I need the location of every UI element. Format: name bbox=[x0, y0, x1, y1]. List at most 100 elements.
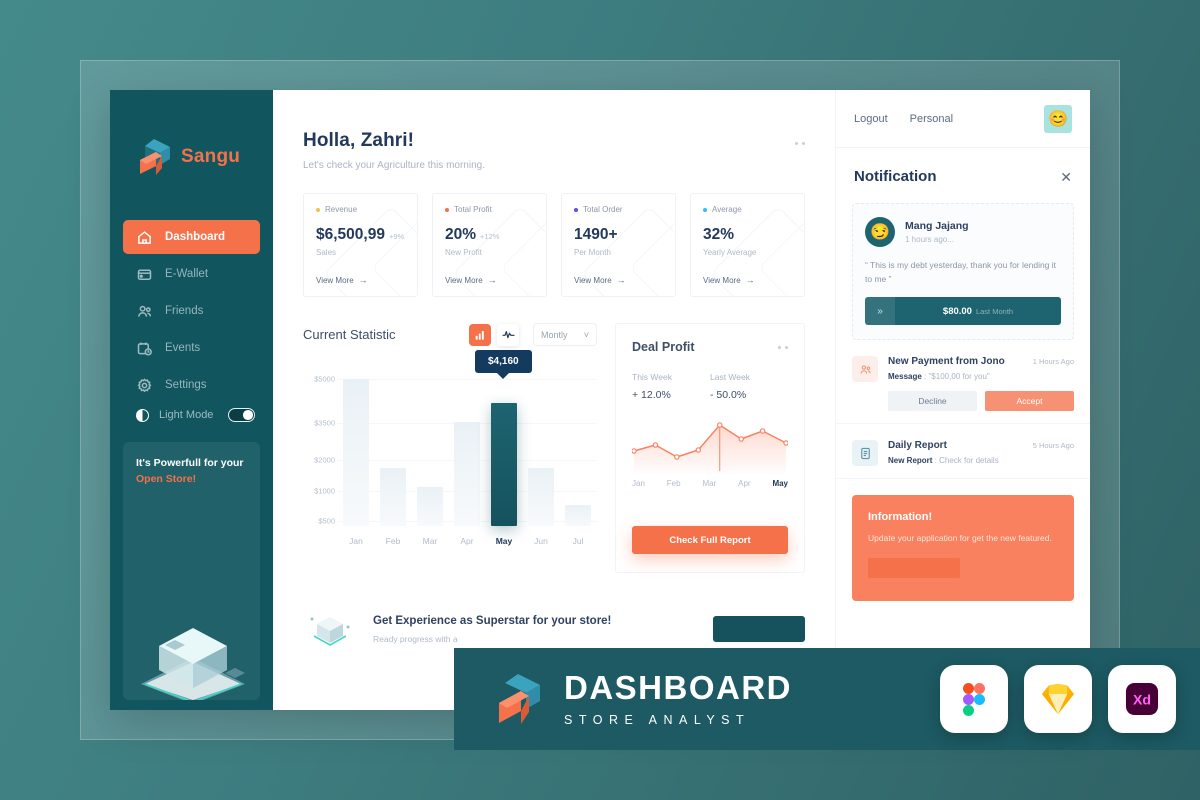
notification-item-title: Daily Report bbox=[888, 440, 947, 452]
sangu-logo-icon bbox=[138, 138, 172, 176]
bar-group bbox=[343, 368, 369, 526]
sidebar-item-events[interactable]: Events bbox=[123, 331, 260, 365]
sidebar-item-settings[interactable]: Settings bbox=[123, 368, 260, 402]
bar-jul[interactable] bbox=[565, 505, 591, 526]
chevron-down-icon: ˅ bbox=[583, 329, 589, 340]
experience-action-button[interactable] bbox=[713, 616, 805, 642]
deal-month-axis: Jan Feb Mar Apr May bbox=[632, 479, 788, 488]
view-more-link[interactable]: View More → bbox=[574, 275, 626, 285]
deal-month-label: Feb bbox=[666, 479, 681, 488]
x-tick-label: Apr bbox=[460, 536, 474, 546]
arrow-right-icon: → bbox=[616, 275, 626, 285]
light-mode-toggle[interactable] bbox=[228, 408, 255, 422]
promo-card[interactable]: It's Powerfull for your Open Store! bbox=[123, 442, 260, 700]
bar-feb[interactable] bbox=[380, 467, 406, 526]
banner-app-icons: Xd bbox=[940, 665, 1176, 733]
accept-button[interactable]: Accept bbox=[985, 391, 1074, 412]
view-more-link[interactable]: View More → bbox=[703, 275, 755, 285]
y-tick-label: $3500 bbox=[314, 418, 335, 428]
stat-card-total-order[interactable]: Total Order 1490+ Per Month View More → bbox=[561, 193, 676, 297]
arrow-right-icon: → bbox=[358, 275, 368, 285]
notification-title: Notification bbox=[854, 168, 937, 185]
stat-delta: +9% bbox=[388, 232, 405, 241]
view-more-label: View More bbox=[316, 275, 354, 285]
bar-apr[interactable] bbox=[454, 421, 480, 526]
bar-may[interactable] bbox=[491, 402, 517, 526]
brand: Sangu bbox=[110, 90, 273, 176]
x-tick-label: Jan bbox=[349, 536, 363, 546]
bar-group bbox=[491, 368, 517, 526]
sidebar-item-friends[interactable]: Friends bbox=[123, 294, 260, 328]
home-icon bbox=[137, 230, 152, 245]
app-window: Sangu Dashboard E-Wallet Friends Events … bbox=[110, 90, 1090, 710]
notification-item-sub-label: Message bbox=[888, 372, 922, 382]
view-more-link[interactable]: View More → bbox=[316, 275, 368, 285]
payment-amount-button[interactable]: » $80.00 Last Month bbox=[865, 297, 1061, 326]
stat-value: 32% bbox=[703, 226, 735, 243]
stat-value: 20% bbox=[445, 226, 477, 243]
stat-card-total-profit[interactable]: Total Profit 20% +12% New Profit View Mo… bbox=[432, 193, 547, 297]
information-title: Information! bbox=[868, 511, 933, 524]
bar-group bbox=[454, 368, 480, 526]
bar-jun[interactable] bbox=[528, 467, 554, 526]
document-icon bbox=[852, 440, 878, 467]
bar-chart: $5000 $3500 $2000 $1000 $500 $4,160 Jan … bbox=[303, 350, 597, 568]
light-mode-label: Light Mode bbox=[159, 409, 214, 421]
page-title: Holla, Zahri! bbox=[303, 130, 415, 151]
sidebar-item-e-wallet[interactable]: E-Wallet bbox=[123, 257, 260, 291]
deal-profit-title: Deal Profit bbox=[632, 340, 695, 354]
sidebar-item-label: Dashboard bbox=[165, 231, 226, 243]
personal-link[interactable]: Personal bbox=[910, 113, 953, 125]
sidebar-item-label: Friends bbox=[165, 305, 204, 317]
view-more-link[interactable]: View More → bbox=[445, 275, 497, 285]
notification-item-report[interactable]: Daily Report 5 Hours Ago New Report : Ch… bbox=[836, 424, 1090, 480]
chart-y-axis: $5000 $3500 $2000 $1000 $500 bbox=[303, 368, 335, 526]
more-options-icon[interactable] bbox=[795, 142, 805, 145]
x-tick-label: Mar bbox=[422, 536, 438, 546]
people-icon bbox=[852, 356, 878, 383]
view-more-label: View More bbox=[574, 275, 612, 285]
sidebar-item-dashboard[interactable]: Dashboard bbox=[123, 220, 260, 254]
this-week-stat: This Week + 12.0% bbox=[632, 372, 710, 401]
bar-chart-toggle[interactable] bbox=[469, 323, 491, 346]
logout-link[interactable]: Logout bbox=[854, 113, 888, 125]
statistics-section: Current Statistic Montly ˅ $5000 $3500 $… bbox=[303, 323, 835, 573]
information-text: Update your application for get the new … bbox=[868, 533, 1052, 544]
sidebar-item-label: E-Wallet bbox=[165, 268, 209, 280]
decline-button[interactable]: Decline bbox=[888, 391, 977, 412]
check-full-report-button[interactable]: Check Full Report bbox=[632, 526, 788, 554]
notification-panel: Logout Personal 😊 Notification ✕ 😏 Mang … bbox=[835, 90, 1090, 710]
x-tick-label: Jul bbox=[572, 536, 584, 546]
stat-card-average[interactable]: Average 32% Yearly Average View More → bbox=[690, 193, 805, 297]
close-icon[interactable]: ✕ bbox=[1060, 170, 1072, 184]
stat-caption: New Profit bbox=[445, 248, 482, 257]
sketch-icon bbox=[1024, 665, 1092, 733]
stat-card-revenue[interactable]: Revenue $6,500,99 +9% Sales View More → bbox=[303, 193, 418, 297]
promo-line-1: It's Powerfull for your bbox=[136, 457, 244, 469]
chart-range-select[interactable]: Montly ˅ bbox=[533, 323, 597, 346]
avatar[interactable]: 😊 bbox=[1044, 104, 1072, 133]
information-action-button[interactable] bbox=[868, 558, 960, 579]
notification-item-payment[interactable]: New Payment from Jono 1 Hours Ago Messag… bbox=[836, 340, 1090, 425]
bar-group bbox=[417, 368, 443, 526]
bar-group bbox=[528, 368, 554, 526]
notification-item-sub-text: : Check for details bbox=[932, 456, 999, 466]
payment-period: Last Month bbox=[975, 306, 1014, 316]
bar-mar[interactable] bbox=[417, 486, 443, 526]
x-tick-label: Jun bbox=[534, 536, 548, 546]
experience-title: Get Experience as Superstar for your sto… bbox=[373, 614, 612, 627]
bar-jan[interactable] bbox=[343, 379, 369, 526]
adobe-xd-icon: Xd bbox=[1108, 665, 1176, 733]
people-icon bbox=[137, 304, 152, 319]
line-chart-toggle[interactable] bbox=[497, 323, 519, 346]
sidebar: Sangu Dashboard E-Wallet Friends Events … bbox=[110, 90, 273, 710]
sidebar-item-label: Events bbox=[165, 342, 201, 354]
notification-header: Notification ✕ bbox=[836, 148, 1090, 185]
calendar-clock-icon bbox=[137, 341, 152, 356]
contrast-icon bbox=[136, 408, 149, 422]
status-dot bbox=[574, 207, 578, 212]
y-tick-label: $500 bbox=[318, 516, 335, 526]
deal-more-options-icon[interactable] bbox=[778, 345, 788, 349]
stat-label: Total Order bbox=[583, 205, 623, 214]
featured-notification-card[interactable]: 😏 Mang Jajang 1 hours ago... “ This is m… bbox=[852, 203, 1074, 341]
